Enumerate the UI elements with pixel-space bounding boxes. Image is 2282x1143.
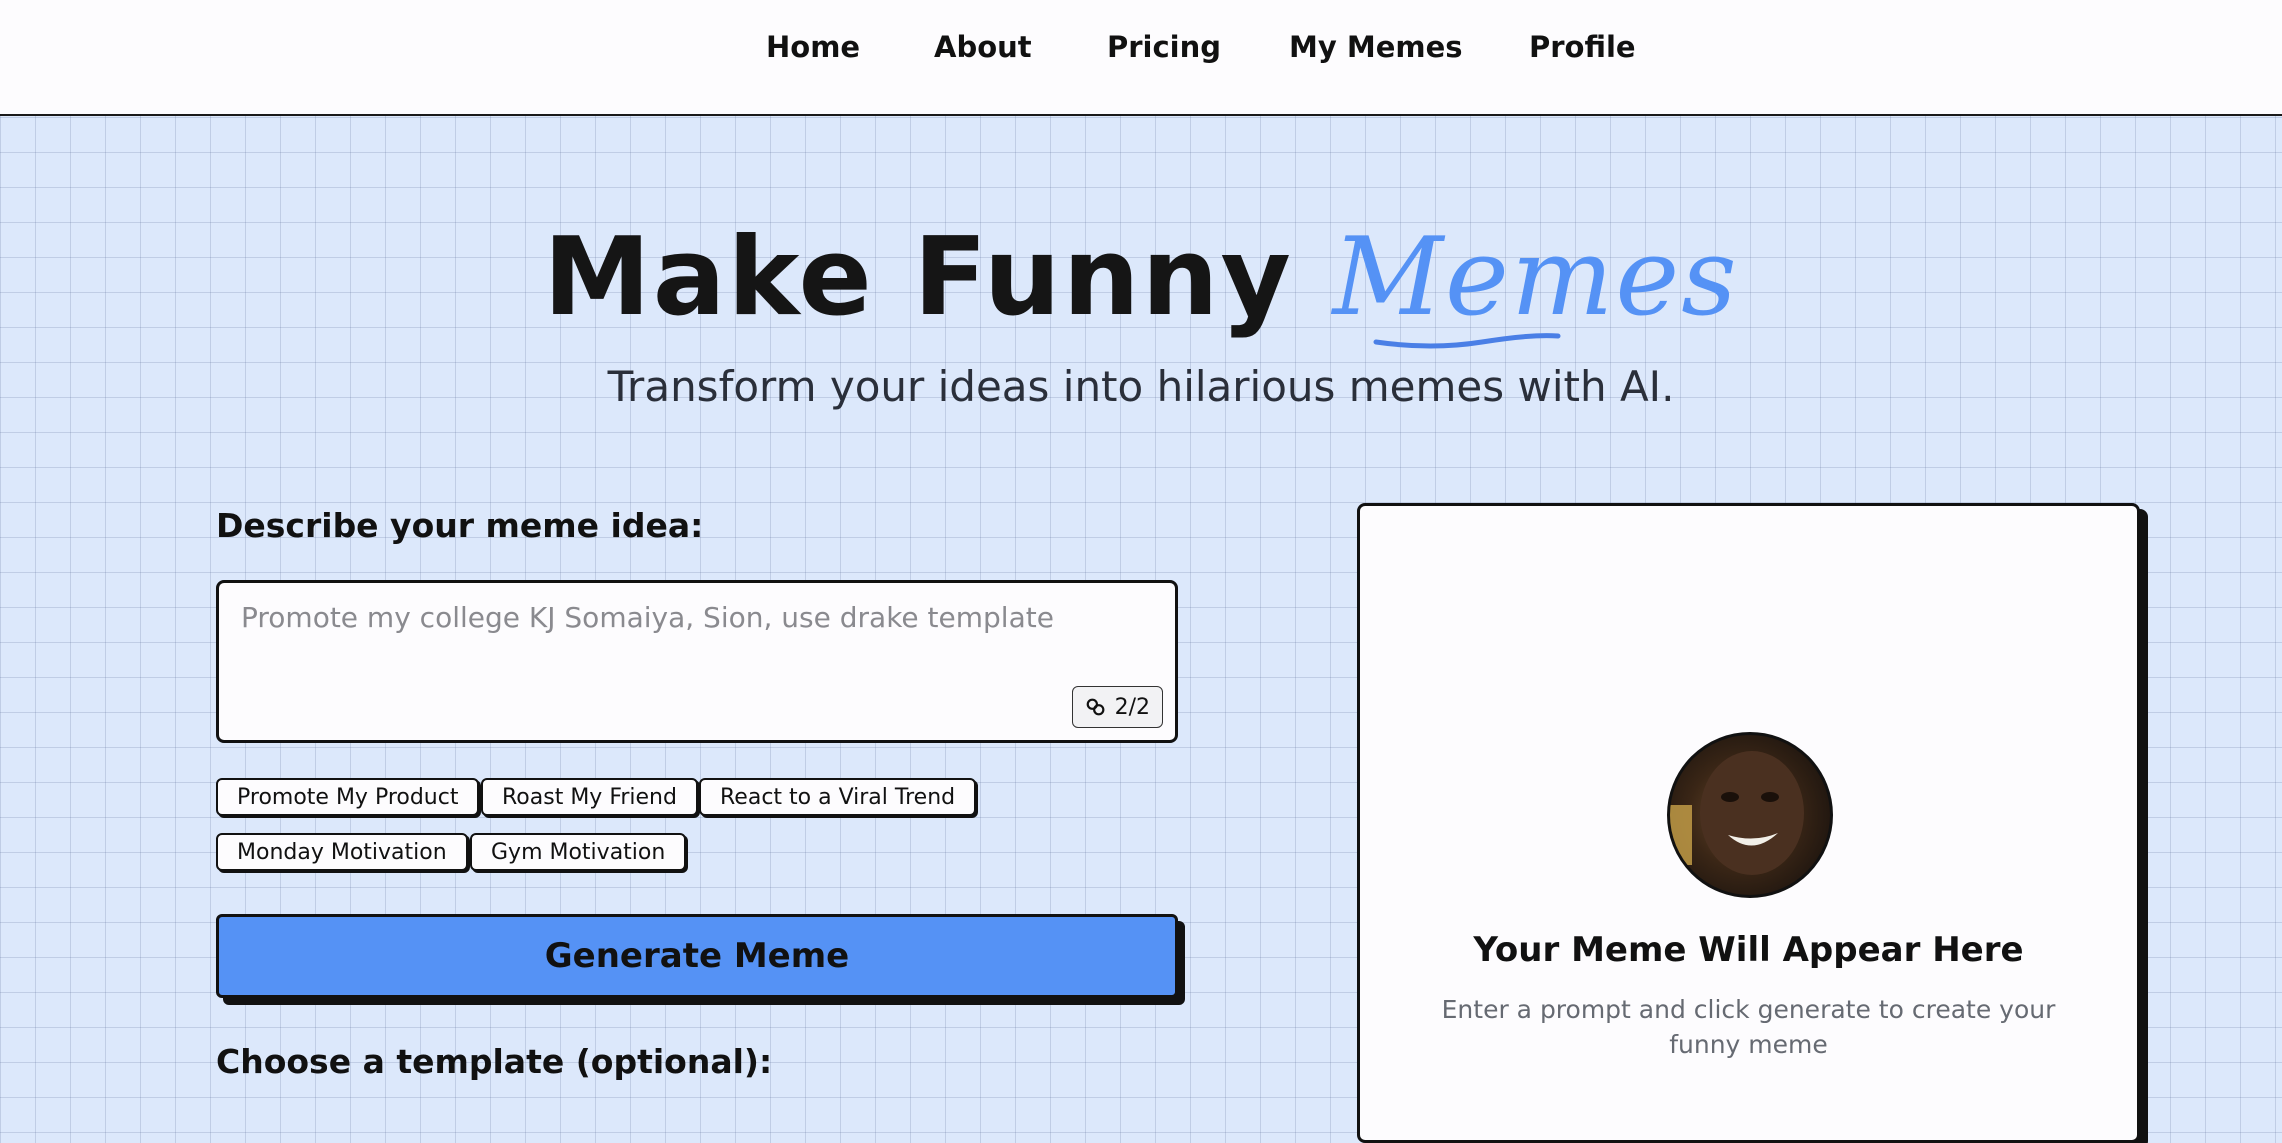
suggestion-chip-monday-motivation[interactable]: Monday Motivation <box>216 833 468 871</box>
generate-meme-button[interactable]: Generate Meme <box>216 914 1178 998</box>
nav-about[interactable]: About <box>934 30 1032 64</box>
meme-preview-panel: Your Meme Will Appear Here Enter a promp… <box>1357 503 2140 1143</box>
suggestion-chip-roast-friend[interactable]: Roast My Friend <box>481 778 698 816</box>
preview-title: Your Meme Will Appear Here <box>1473 930 2024 970</box>
prompt-container: 2/2 <box>216 580 1178 743</box>
page-title: Make Funny Memes <box>0 215 2282 349</box>
prompt-input[interactable] <box>219 583 1175 740</box>
generation-counter: 2/2 <box>1071 686 1163 728</box>
link-icon <box>1086 698 1105 716</box>
nav-home[interactable]: Home <box>766 30 860 64</box>
suggestion-chip-promote-product[interactable]: Promote My Product <box>216 778 480 816</box>
suggestion-chip-viral-trend[interactable]: React to a Viral Trend <box>699 778 977 816</box>
page-subtitle: Transform your ideas into hilarious meme… <box>607 362 1675 411</box>
nav-pricing[interactable]: Pricing <box>1107 30 1221 64</box>
meme-face-avatar <box>1667 732 1833 898</box>
face-illustration-icon <box>1670 751 1804 875</box>
nav-profile[interactable]: Profile <box>1529 30 1636 64</box>
preview-subtitle: Enter a prompt and click generate to cre… <box>1441 995 2056 1059</box>
nav-my-memes[interactable]: My Memes <box>1289 30 1463 64</box>
template-label: Choose a template (optional): <box>216 1042 773 1081</box>
squiggle-underline-icon <box>1373 333 1561 349</box>
prompt-label: Describe your meme idea: <box>216 506 704 545</box>
title-highlight: Memes <box>1332 215 1739 349</box>
top-navigation: Home About Pricing My Memes Profile <box>0 0 2282 116</box>
suggestion-chip-gym-motivation[interactable]: Gym Motivation <box>470 833 687 871</box>
title-main: Make Funny <box>543 215 1333 340</box>
title-highlight-text: Memes <box>1332 215 1739 340</box>
counter-value: 2/2 <box>1114 694 1150 720</box>
